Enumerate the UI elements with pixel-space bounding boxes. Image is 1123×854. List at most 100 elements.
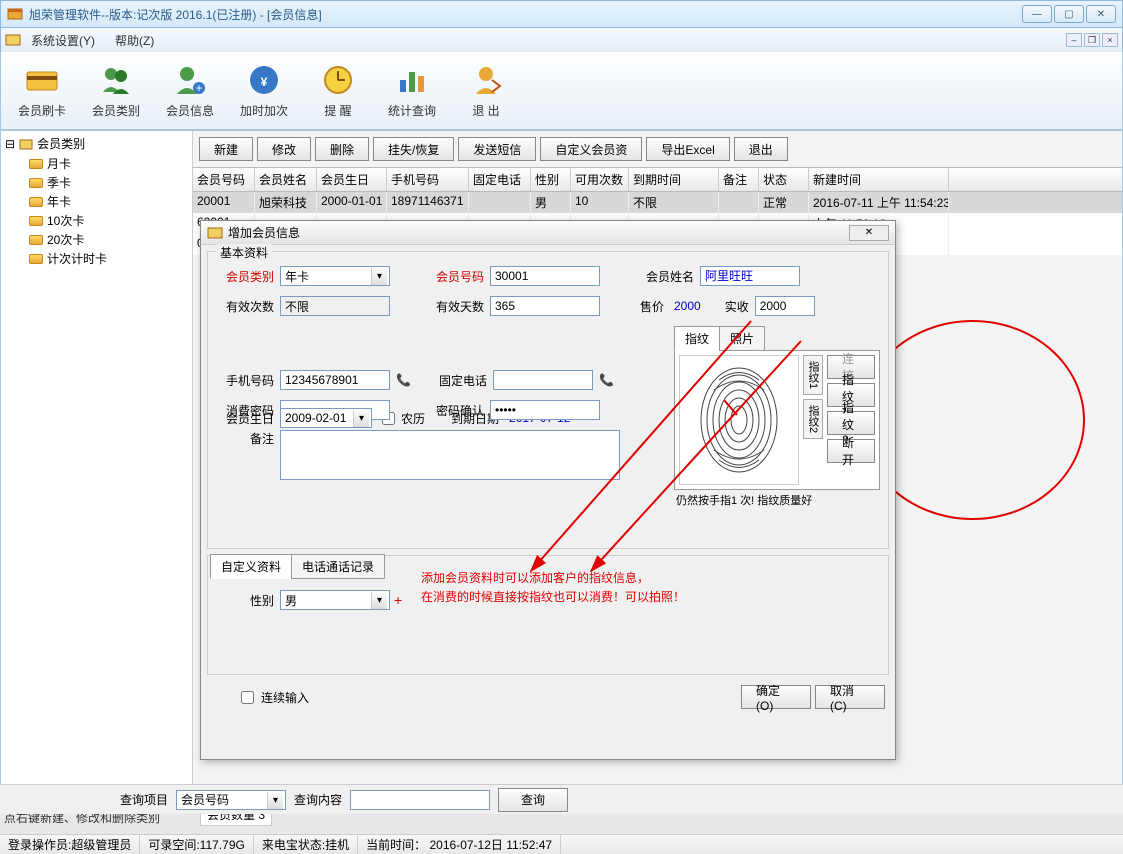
- sms-button[interactable]: 发送短信: [458, 137, 536, 161]
- grid-header-cell[interactable]: 会员号码: [193, 168, 255, 191]
- search-bar: 查询项目 会员号码 查询内容 查询: [0, 784, 1123, 814]
- mdi-restore[interactable]: ❐: [1084, 33, 1100, 47]
- grid-header-cell[interactable]: 新建时间: [809, 168, 949, 191]
- dialog-close-button[interactable]: ✕: [849, 225, 889, 241]
- card-icon: [29, 216, 43, 226]
- search-label: 查询项目: [120, 791, 168, 808]
- user-add-icon: +: [172, 62, 208, 98]
- grid-header-cell[interactable]: 会员生日: [317, 168, 387, 191]
- lost-button[interactable]: 挂失/恢复: [373, 137, 454, 161]
- validcount-input: [280, 296, 390, 316]
- tree-item[interactable]: 季卡: [29, 173, 188, 192]
- card-icon: [24, 62, 60, 98]
- tree-item[interactable]: 计次计时卡: [29, 249, 188, 268]
- mobile-input[interactable]: [280, 370, 390, 390]
- gender-select[interactable]: 男: [280, 590, 390, 610]
- search-field-select[interactable]: 会员号码: [176, 790, 286, 810]
- grid-header-cell[interactable]: 固定电话: [469, 168, 531, 191]
- category-select[interactable]: 年卡: [280, 266, 390, 286]
- edit-button[interactable]: 修改: [257, 137, 311, 161]
- toolbar-stats[interactable]: 统计查询: [377, 56, 447, 125]
- category-tree: ⊟ 会员类别 月卡季卡年卡10次卡20次卡计次计时卡: [1, 131, 193, 805]
- card-icon: [29, 254, 43, 264]
- window-titlebar: 旭荣管理软件--版本:记次版 2016.1(已注册) - [会员信息] — ▢ …: [0, 0, 1123, 28]
- new-button[interactable]: 新建: [199, 137, 253, 161]
- tree-item[interactable]: 年卡: [29, 192, 188, 211]
- label-category: 会员类别: [216, 268, 280, 285]
- search-content-input[interactable]: [350, 790, 490, 810]
- grid-header-cell[interactable]: 可用次数: [571, 168, 629, 191]
- dial-icon-1[interactable]: 📞: [396, 373, 411, 387]
- exit-button[interactable]: 退出: [734, 137, 788, 161]
- label-phone: 固定电话: [417, 372, 493, 389]
- tree-item[interactable]: 20次卡: [29, 230, 188, 249]
- grid-header-cell[interactable]: 备注: [719, 168, 759, 191]
- export-button[interactable]: 导出Excel: [646, 137, 729, 161]
- mdi-close[interactable]: ×: [1102, 33, 1118, 47]
- yen-icon: ¥: [246, 62, 282, 98]
- paid-input[interactable]: [755, 296, 815, 316]
- price-value: 2000: [670, 299, 705, 313]
- basic-info-group: 基本资料 会员类别 年卡 会员号码 会员姓名 阿里旺旺 有效次数 有效天数 售价…: [207, 251, 889, 549]
- annotation-text: 添加会员资料时可以添加客户的指纹信息， 在消费的时候直接按指纹也可以消费！可以拍…: [421, 569, 685, 607]
- grid-header-cell[interactable]: 会员姓名: [255, 168, 317, 191]
- menu-help[interactable]: 帮助(Z): [105, 30, 164, 51]
- toolbar-addtime[interactable]: ¥ 加时加次: [229, 56, 299, 125]
- minimize-button[interactable]: —: [1022, 5, 1052, 23]
- grid-header-cell[interactable]: 性别: [531, 168, 571, 191]
- label-validdays: 有效天数: [390, 298, 490, 315]
- number-input[interactable]: [490, 266, 600, 286]
- ok-button[interactable]: 确定(O): [741, 685, 811, 709]
- tree-item[interactable]: 10次卡: [29, 211, 188, 230]
- fp-side-2: 指纹2: [803, 399, 823, 439]
- menu-icon: [5, 32, 21, 48]
- maximize-button[interactable]: ▢: [1054, 5, 1084, 23]
- birthday-picker[interactable]: 2009-02-01: [280, 408, 372, 428]
- label-gender: 性别: [216, 592, 280, 609]
- phone-input[interactable]: [493, 370, 593, 390]
- add-field-button[interactable]: +: [394, 592, 402, 608]
- tree-toggle-icon: ⊟: [5, 137, 15, 151]
- remark-input[interactable]: [280, 430, 620, 480]
- disconnect-button[interactable]: 断开: [827, 439, 875, 463]
- delete-button[interactable]: 删除: [315, 137, 369, 161]
- tab-photo[interactable]: 照片: [719, 326, 765, 351]
- fp2-button[interactable]: 指纹2: [827, 411, 875, 435]
- name-input[interactable]: 阿里旺旺: [700, 266, 800, 286]
- label-confirm: 密码确认: [390, 402, 490, 419]
- grid-header-cell[interactable]: 手机号码: [387, 168, 469, 191]
- status-time: 当前时间： 2016-07-12日 11:52:47: [358, 835, 561, 854]
- table-row[interactable]: 20001旭荣科技2000-01-0118971146371男10不限正常201…: [193, 192, 1122, 213]
- confirm-input[interactable]: [490, 400, 600, 420]
- cancel-button[interactable]: 取消(C): [815, 685, 885, 709]
- toolbar-swipe[interactable]: 会员刷卡: [7, 56, 77, 125]
- dial-icon-2[interactable]: 📞: [599, 373, 614, 387]
- tab-calllog[interactable]: 电话通话记录: [291, 554, 385, 579]
- grid-header-cell[interactable]: 状态: [759, 168, 809, 191]
- tree-root[interactable]: ⊟ 会员类别: [5, 135, 188, 152]
- chart-icon: [394, 62, 430, 98]
- toolbar-remind[interactable]: 提 醒: [303, 56, 373, 125]
- toolbar-category[interactable]: 会员类别: [81, 56, 151, 125]
- svg-text:¥: ¥: [261, 75, 268, 89]
- tree-item[interactable]: 月卡: [29, 154, 188, 173]
- validdays-input[interactable]: [490, 296, 600, 316]
- label-number: 会员号码: [390, 268, 490, 285]
- dialog-titlebar: 增加会员信息 ✕: [201, 221, 895, 245]
- search-button[interactable]: 查询: [498, 788, 568, 812]
- menu-settings[interactable]: 系统设置(Y): [21, 30, 105, 51]
- mdi-minimize[interactable]: –: [1066, 33, 1082, 47]
- label-paid: 实收: [705, 298, 755, 315]
- grid-header-cell[interactable]: 到期时间: [629, 168, 719, 191]
- close-button[interactable]: ✕: [1086, 5, 1116, 23]
- main-toolbar: 会员刷卡 会员类别 + 会员信息 ¥ 加时加次 提 醒 统计查询 退 出: [0, 52, 1123, 130]
- tab-fingerprint[interactable]: 指纹: [674, 326, 720, 351]
- custom-button[interactable]: 自定义会员资: [540, 137, 642, 161]
- toolbar-info[interactable]: + 会员信息: [155, 56, 225, 125]
- dialog-title: 增加会员信息: [228, 224, 849, 241]
- continuous-checkbox[interactable]: 连续输入: [237, 688, 309, 707]
- card-icon: [29, 178, 43, 188]
- fingerprint-image: [679, 355, 799, 485]
- tab-custom[interactable]: 自定义资料: [210, 554, 292, 579]
- toolbar-exit[interactable]: 退 出: [451, 56, 521, 125]
